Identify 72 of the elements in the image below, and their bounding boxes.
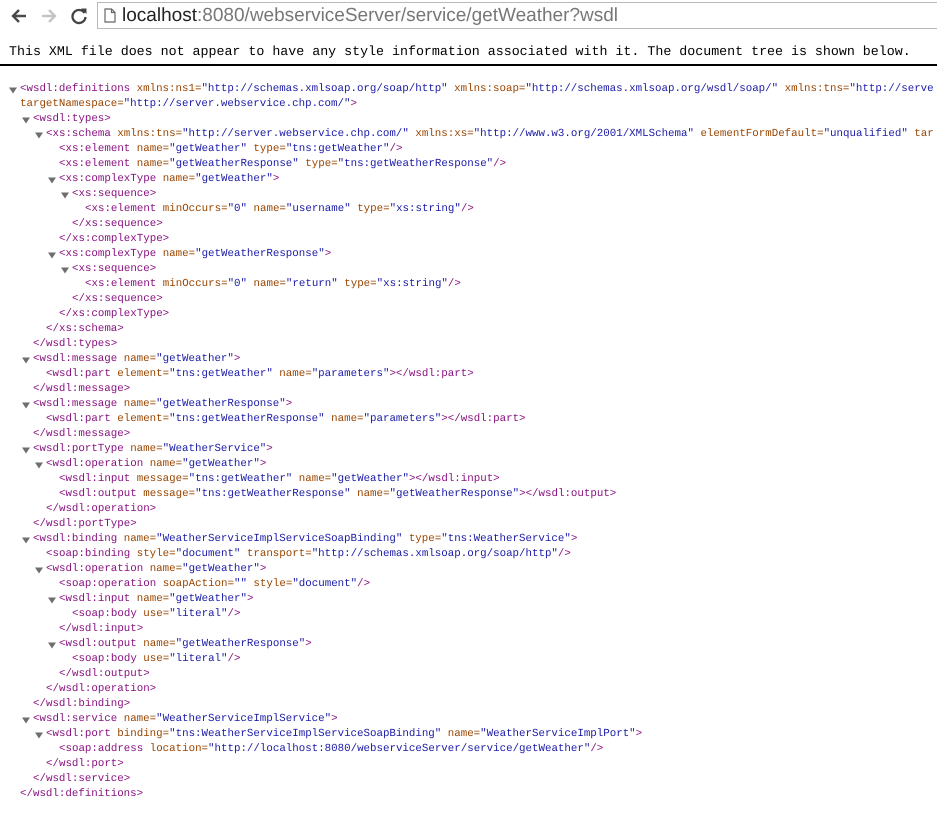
expand-triangle-icon[interactable]: [9, 86, 17, 94]
xml-closing-tag: </wsdl:output>: [59, 667, 150, 682]
xml-closing-tag: </wsdl:message>: [33, 427, 130, 442]
xml-closing-tag: </wsdl:message>: [33, 382, 130, 397]
xml-tag-line: <xs:element name="getWeather" type="tns:getWeather"/>: [59, 142, 402, 157]
xml-closing-tag: </wsdl:service>: [33, 772, 130, 787]
xml-closing-tag: </wsdl:input>: [59, 622, 144, 637]
xml-tag-line: <xs:complexType name="getWeather">: [59, 172, 280, 187]
xml-tag-line: <xs:complexType name="getWeatherResponse">: [59, 247, 332, 262]
expand-triangle-icon[interactable]: [22, 116, 30, 124]
xml-tag-line: <soap:body use="literal"/>: [72, 607, 240, 622]
address-bar[interactable]: localhost:8080/webserviceServer/service/getWeather?wsdl: [97, 2, 937, 29]
xml-tag-line: <xs:element minOccurs="0" name="username" type="xs:string"/>: [85, 202, 474, 217]
expand-triangle-icon[interactable]: [48, 176, 56, 184]
expand-triangle-icon[interactable]: [61, 190, 69, 198]
xml-tag-line: <wsdl:operation name="getWeather">: [46, 457, 266, 472]
xml-tag-line: <soap:address location="http://localhost:8080/webserviceServer/service/getWeather"/>: [59, 742, 604, 757]
xml-closing-tag: </xs:complexType>: [59, 307, 170, 322]
expand-triangle-icon[interactable]: [48, 250, 56, 258]
xml-tag-line: <xs:element minOccurs="0" name="return" type="xs:string"/>: [85, 277, 461, 292]
page-icon: [104, 8, 116, 23]
expand-triangle-icon[interactable]: [35, 460, 43, 468]
xml-tag-line: targetNamespace="http://server.webservice.chp.com/">: [20, 97, 357, 112]
expand-triangle-icon[interactable]: [35, 730, 43, 738]
xml-closing-tag: </wsdl:operation>: [46, 682, 156, 697]
xml-tag-line: <wsdl:input name="getWeather">: [59, 592, 254, 607]
xml-closing-tag: </wsdl:types>: [33, 337, 118, 352]
xml-tag-line: <soap:binding style="document" transport="http://schemas.xmlsoap.org/soap/http"/>: [46, 547, 571, 562]
xml-tag-line: <wsdl:part element="tns:getWeather" name="parameters"></wsdl:part>: [46, 367, 474, 382]
expand-triangle-icon[interactable]: [22, 536, 30, 544]
notice-text: This XML file does not appear to have any style information associated with it. The document tree is shown below.: [8, 44, 912, 61]
xml-tag-line: <wsdl:portType name="WeatherService">: [33, 442, 273, 457]
forward-arrow-icon: [40, 8, 58, 24]
xml-tag-line: <wsdl:input message="tns:getWeather" name="getWeather"></wsdl:input>: [59, 472, 500, 487]
expand-triangle-icon[interactable]: [22, 356, 30, 364]
xml-closing-tag: </wsdl:binding>: [33, 697, 130, 712]
url-text: localhost:8080/webserviceServer/service/getWeather?wsdl: [122, 4, 618, 26]
xml-closing-tag: </wsdl:definitions>: [20, 787, 144, 802]
xml-tag-line: <wsdl:message name="getWeatherResponse">: [33, 397, 292, 412]
xml-tag-line: <wsdl:definitions xmlns:ns1="http://schemas.xmlsoap.org/soap/http" xmlns:soap="http://schemas.xmlsoap.org/wsdl/soap/" xmlns:tns="http://serve: [20, 82, 934, 97]
expand-triangle-icon[interactable]: [48, 596, 56, 604]
expand-triangle-icon[interactable]: [48, 640, 56, 648]
xml-tag-line: <xs:schema xmlns:tns="http://server.webservice.chp.com/" xmlns:xs="http://www.w3.org/2001/XMLSchema" elementFormDefault="unqualified" tar: [46, 127, 934, 142]
expand-triangle-icon[interactable]: [22, 446, 30, 454]
xml-closing-tag: </wsdl:portType>: [33, 517, 137, 532]
xml-tag-line: <wsdl:output message="tns:getWeatherResponse" name="getWeatherResponse"></wsdl:output>: [59, 487, 616, 502]
xml-tag-line: <xs:sequence>: [72, 262, 156, 277]
expand-triangle-icon[interactable]: [35, 566, 43, 574]
xml-tag-line: <wsdl:operation name="getWeather">: [46, 562, 266, 577]
xml-tag-line: <wsdl:service name="WeatherServiceImplService">: [33, 712, 338, 727]
xml-closing-tag: </xs:complexType>: [59, 232, 170, 247]
back-arrow-icon: [10, 8, 28, 24]
xml-closing-tag: </wsdl:operation>: [46, 502, 156, 517]
xml-closing-tag: </xs:schema>: [46, 322, 124, 337]
xml-closing-tag: </xs:sequence>: [72, 292, 163, 307]
xml-tag-line: <soap:operation soapAction="" style="document"/>: [59, 577, 370, 592]
xml-tag-line: <xs:element name="getWeatherResponse" type="tns:getWeatherResponse"/>: [59, 157, 506, 172]
xml-tag-line: <wsdl:types>: [33, 112, 111, 127]
expand-triangle-icon[interactable]: [22, 716, 30, 724]
xml-closing-tag: </xs:sequence>: [72, 217, 163, 232]
xml-tag-line: <wsdl:message name="getWeather">: [33, 352, 240, 367]
expand-triangle-icon[interactable]: [22, 400, 30, 408]
xml-tag-line: <wsdl:port binding="tns:WeatherServiceImplServiceSoapBinding" name="WeatherServiceImplPort">: [46, 727, 642, 742]
xml-tag-line: <wsdl:part element="tns:getWeatherResponse" name="parameters"></wsdl:part>: [46, 412, 526, 427]
expand-triangle-icon[interactable]: [61, 266, 69, 274]
xml-closing-tag: </wsdl:port>: [46, 757, 124, 772]
reload-icon: [70, 6, 88, 24]
xml-tag-line: <soap:body use="literal"/>: [72, 652, 240, 667]
expand-triangle-icon[interactable]: [35, 130, 43, 138]
xml-tag-line: <wsdl:binding name="WeatherServiceImplServiceSoapBinding" type="tns:WeatherService">: [33, 532, 578, 547]
xml-tag-line: <xs:sequence>: [72, 187, 156, 202]
xml-tag-line: <wsdl:output name="getWeatherResponse">: [59, 637, 312, 652]
